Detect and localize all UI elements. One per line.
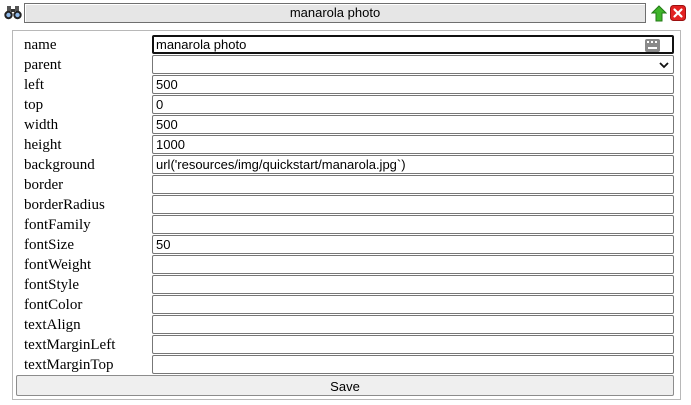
field-input-height[interactable]: 1000 bbox=[152, 135, 674, 154]
field-label: border bbox=[24, 177, 64, 193]
field-input-left[interactable]: 500 bbox=[152, 75, 674, 94]
form-row-height: height 1000 bbox=[0, 135, 674, 155]
chevron-down-icon[interactable] bbox=[658, 59, 670, 71]
field-label: background bbox=[24, 157, 95, 173]
form-row-fontStyle: fontStyle bbox=[0, 275, 674, 295]
field-value: 500 bbox=[156, 77, 178, 92]
field-input-textMarginTop[interactable] bbox=[152, 355, 674, 374]
field-input-textMarginLeft[interactable] bbox=[152, 335, 674, 354]
field-input-fontFamily[interactable] bbox=[152, 215, 674, 234]
form-row-name: name manarola photo bbox=[0, 35, 674, 55]
field-input-background[interactable]: url('resources/img/quickstart/manarola.j… bbox=[152, 155, 674, 174]
form-row-textAlign: textAlign bbox=[0, 315, 674, 335]
field-value: 1000 bbox=[156, 137, 185, 152]
field-label: top bbox=[24, 97, 44, 113]
form-row-border: border bbox=[0, 175, 674, 195]
window-title[interactable]: manarola photo bbox=[24, 3, 646, 23]
form-row-fontWeight: fontWeight bbox=[0, 255, 674, 275]
field-label: borderRadius bbox=[24, 197, 105, 213]
field-label: parent bbox=[24, 57, 62, 73]
form-row-textMarginLeft: textMarginLeft bbox=[0, 335, 674, 355]
field-input-name[interactable]: manarola photo bbox=[152, 35, 674, 54]
field-label: fontWeight bbox=[24, 257, 92, 273]
field-label: left bbox=[24, 77, 44, 93]
field-value: 500 bbox=[156, 117, 178, 132]
field-input-textAlign[interactable] bbox=[152, 315, 674, 334]
form-row-fontColor: fontColor bbox=[0, 295, 674, 315]
field-label: fontColor bbox=[24, 297, 83, 313]
title-bar: manarola photo bbox=[0, 0, 691, 28]
field-input-fontStyle[interactable] bbox=[152, 275, 674, 294]
field-value: manarola photo bbox=[156, 37, 247, 52]
green-up-arrow-icon[interactable] bbox=[651, 5, 667, 22]
parent-select[interactable] bbox=[152, 55, 674, 74]
field-value: url('resources/img/quickstart/manarola.j… bbox=[156, 157, 406, 172]
form-row-fontSize: fontSize 50 bbox=[0, 235, 674, 255]
keyboard-icon[interactable] bbox=[645, 39, 660, 52]
field-label: textAlign bbox=[24, 317, 81, 333]
form-row-parent: parent bbox=[0, 55, 674, 75]
field-label: fontFamily bbox=[24, 217, 91, 233]
field-label: fontStyle bbox=[24, 277, 79, 293]
field-input-width[interactable]: 500 bbox=[152, 115, 674, 134]
field-label: textMarginTop bbox=[24, 357, 114, 373]
binoculars-icon[interactable] bbox=[4, 5, 22, 21]
form-row-fontFamily: fontFamily bbox=[0, 215, 674, 235]
field-input-borderRadius[interactable] bbox=[152, 195, 674, 214]
field-value: 0 bbox=[156, 97, 164, 112]
form-row-background: background url('resources/img/quickstart/… bbox=[0, 155, 674, 175]
field-input-border[interactable] bbox=[152, 175, 674, 194]
form-row-borderRadius: borderRadius bbox=[0, 195, 674, 215]
field-label: fontSize bbox=[24, 237, 74, 253]
field-input-fontWeight[interactable] bbox=[152, 255, 674, 274]
field-input-fontColor[interactable] bbox=[152, 295, 674, 314]
save-button[interactable]: Save bbox=[16, 375, 674, 396]
field-label: name bbox=[24, 37, 57, 53]
form-row-left: left 500 bbox=[0, 75, 674, 95]
form-row-textMarginTop: textMarginTop bbox=[0, 355, 674, 375]
field-input-top[interactable]: 0 bbox=[152, 95, 674, 114]
field-input-fontSize[interactable]: 50 bbox=[152, 235, 674, 254]
field-label: height bbox=[24, 137, 62, 153]
form-row-width: width 500 bbox=[0, 115, 674, 135]
field-label: width bbox=[24, 117, 59, 133]
form-row-top: top 0 bbox=[0, 95, 674, 115]
red-close-icon[interactable] bbox=[670, 5, 686, 21]
field-value: 50 bbox=[156, 237, 171, 252]
field-label: textMarginLeft bbox=[24, 337, 116, 353]
